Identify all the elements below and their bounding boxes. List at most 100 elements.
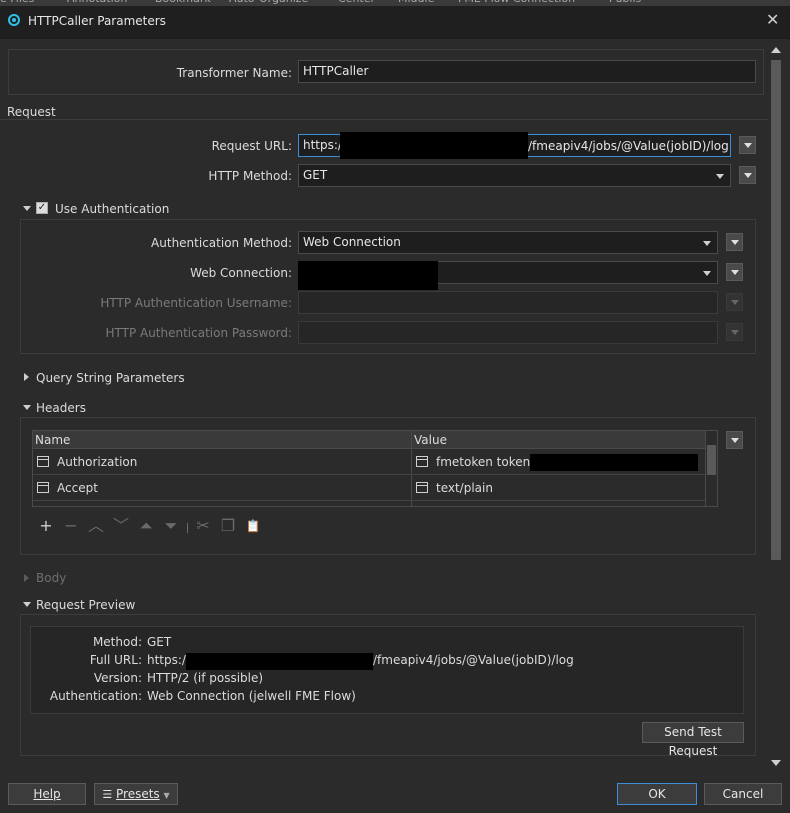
collapse-auth-icon[interactable] <box>23 206 31 211</box>
scroll-up-icon[interactable] <box>771 47 781 53</box>
expand-query-icon[interactable] <box>24 373 29 381</box>
request-url-menu-button[interactable] <box>739 136 756 154</box>
chevron-down-icon <box>703 241 711 246</box>
cell-editor-icon[interactable] <box>37 482 49 493</box>
http-method-menu-button[interactable] <box>739 166 756 184</box>
chevron-down-icon <box>703 271 711 276</box>
scroll-thumb[interactable] <box>771 60 781 560</box>
background-toolbar-item: Bookmark <box>155 0 211 5</box>
use-authentication-label: Use Authentication <box>55 202 170 216</box>
presets-icon: ☰ <box>102 788 113 801</box>
auth-password-input <box>298 321 718 344</box>
cancel-button[interactable]: Cancel <box>704 783 782 805</box>
preview-method-label: Method: <box>92 635 142 649</box>
presets-label: Presets <box>116 787 160 801</box>
table-scroll-thumb[interactable] <box>707 445 716 475</box>
query-string-section-label[interactable]: Query String Parameters <box>36 371 185 385</box>
dialog-content: Transformer Name: HTTPCaller Request Req… <box>0 39 768 769</box>
request-url-suffix: /fmeapiv4/jobs/@Value(jobID)/log <box>528 139 729 153</box>
cell-editor-icon[interactable] <box>416 456 428 467</box>
remove-row-icon[interactable]: − <box>61 516 81 536</box>
request-url-label: Request URL: <box>211 139 292 153</box>
background-toolbar-item: e Files <box>0 0 34 5</box>
preview-method-value: GET <box>147 635 172 649</box>
ok-button[interactable]: OK <box>617 783 697 805</box>
title-bar: HTTPCaller Parameters ✕ <box>0 6 790 39</box>
background-toolbar-item: FME Flow Connection <box>458 0 575 5</box>
add-row-icon[interactable]: + <box>36 516 56 536</box>
auth-method-select[interactable]: Web Connection <box>298 231 718 254</box>
toolbar-separator <box>187 523 188 533</box>
redacted-connection <box>298 261 438 290</box>
request-section-label: Request <box>7 105 56 119</box>
column-header-value: Value <box>414 433 447 447</box>
cell-editor-icon[interactable] <box>416 482 428 493</box>
preview-version-label: Version: <box>93 671 142 685</box>
preview-url-label: Full URL: <box>89 653 142 667</box>
window-title: HTTPCaller Parameters <box>28 14 166 28</box>
request-preview-section-label[interactable]: Request Preview <box>36 598 135 612</box>
table-header: Name Value <box>33 431 705 449</box>
help-button[interactable]: Help <box>8 783 86 805</box>
preview-version-value: HTTP/2 (if possible) <box>147 671 264 685</box>
http-method-value: GET <box>303 168 328 182</box>
chevron-down-icon: ▼ <box>163 791 170 800</box>
table-row[interactable]: Accept text/plain <box>33 475 705 501</box>
transformer-name-label: Transformer Name: <box>176 66 292 80</box>
preview-url-suffix: /fmeapiv4/jobs/@Value(jobID)/log <box>373 653 574 667</box>
header-name-cell[interactable]: Authorization <box>57 455 137 469</box>
close-icon[interactable]: ✕ <box>766 10 779 29</box>
auth-username-menu-button <box>726 293 743 311</box>
fme-app-icon <box>8 14 20 26</box>
expand-body-icon <box>24 574 29 582</box>
http-method-select[interactable]: GET <box>298 164 731 187</box>
paste-icon[interactable]: 📋 <box>243 516 263 536</box>
move-up-icon[interactable]: ︿ <box>86 516 106 536</box>
transformer-name-input[interactable]: HTTPCaller <box>298 60 756 83</box>
use-authentication-checkbox[interactable]: ✓ <box>36 202 48 214</box>
request-divider <box>0 119 768 120</box>
web-connection-label: Web Connection: <box>190 266 292 280</box>
headers-section-label[interactable]: Headers <box>36 401 86 415</box>
auth-username-label: HTTP Authentication Username: <box>100 296 292 310</box>
headers-menu-button[interactable] <box>726 431 743 449</box>
background-toolbar-item: Middle <box>398 0 434 5</box>
send-test-request-button[interactable]: Send Test Request <box>642 722 744 758</box>
background-toolbar-item: Publis <box>609 0 641 5</box>
dialog-scrollbar[interactable] <box>769 44 783 770</box>
background-toolbar-item: Auto-Organize <box>229 0 308 5</box>
redacted-preview-host <box>186 653 373 670</box>
header-value-cell[interactable]: text/plain <box>436 481 493 495</box>
move-bottom-icon[interactable]: ⏷ <box>161 516 181 536</box>
auth-password-label: HTTP Authentication Password: <box>105 326 292 340</box>
body-section-label: Body <box>36 571 67 585</box>
preview-auth-label: Authentication: <box>49 689 142 703</box>
redacted-token <box>530 454 698 471</box>
auth-username-input <box>298 291 718 314</box>
table-scrollbar[interactable] <box>705 431 717 506</box>
cut-icon[interactable]: ✂ <box>193 516 213 536</box>
collapse-headers-icon[interactable] <box>23 405 31 410</box>
background-toolbar-item: Center <box>338 0 375 5</box>
copy-icon[interactable]: ❐ <box>218 516 238 536</box>
move-top-icon[interactable]: ⏶ <box>136 516 156 536</box>
auth-method-value: Web Connection <box>303 235 401 249</box>
footer: Help ☰ Presets ▼ OK Cancel <box>0 770 790 813</box>
http-method-label: HTTP Method: <box>208 169 292 183</box>
background-toolbar-item: Annotation <box>67 0 127 5</box>
move-down-icon[interactable]: ﹀ <box>111 516 131 536</box>
column-header-name: Name <box>35 433 71 447</box>
cell-editor-icon[interactable] <box>37 456 49 467</box>
presets-button[interactable]: ☰ Presets ▼ <box>94 783 178 805</box>
chevron-down-icon <box>716 174 724 179</box>
collapse-preview-icon[interactable] <box>23 602 31 607</box>
preview-url-prefix: https:// <box>147 653 191 667</box>
redacted-host <box>340 132 528 159</box>
auth-password-menu-button <box>726 323 743 341</box>
header-value-cell[interactable]: fmetoken token= <box>436 455 540 469</box>
preview-auth-value: Web Connection (jelwell FME Flow) <box>147 689 356 703</box>
scroll-down-icon[interactable] <box>771 760 781 766</box>
web-connection-menu-button[interactable] <box>726 263 743 281</box>
auth-method-menu-button[interactable] <box>726 233 743 251</box>
header-name-cell[interactable]: Accept <box>57 481 98 495</box>
